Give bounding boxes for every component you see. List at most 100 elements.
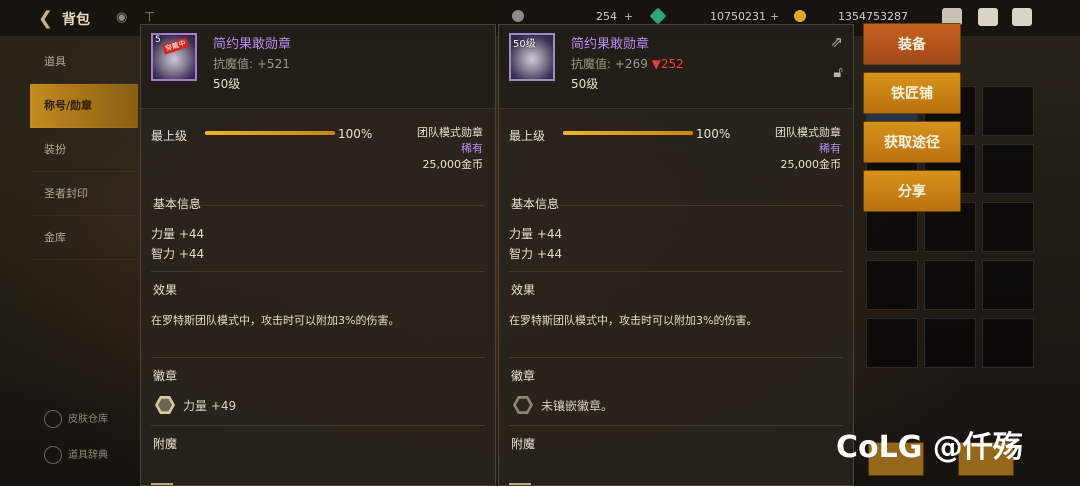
divider (151, 425, 485, 426)
chat-icon[interactable] (1012, 8, 1032, 26)
inventory-slot[interactable] (866, 318, 918, 368)
item-rarity: 稀有 (461, 142, 483, 155)
page-title: 背包 (62, 12, 90, 28)
divider (509, 271, 843, 272)
eye-icon[interactable]: ◉ (116, 10, 127, 25)
inventory-slot[interactable] (982, 260, 1034, 310)
attr-intelligence: 智力 +44 (509, 247, 563, 261)
nav-item-titles-medals[interactable]: 称号/勋章 (30, 84, 138, 128)
currency-1-add-icon[interactable]: + (624, 10, 633, 23)
tooltip-header: 50级 简约果敢勋章 抗魔值: +269 ▼252 50级 ⇗ 🔓︎ (499, 25, 853, 109)
share-out-icon[interactable]: ⇗ (830, 33, 843, 51)
item-stat: 抗魔值: +521 (213, 55, 290, 72)
item-meta: 团队模式勋章 稀有 25,000金币 (417, 125, 483, 173)
gem-icon (649, 7, 667, 25)
emblem-text: 力量 +49 (183, 399, 237, 413)
attr-strength: 力量 +44 (509, 227, 563, 241)
medal-icon: 5 穿戴中 (151, 33, 197, 81)
inventory-slot[interactable] (982, 202, 1034, 252)
currency-2-value: 10750231 (710, 10, 766, 23)
progress-percent: 100% (696, 127, 731, 141)
inventory-slot[interactable] (924, 318, 976, 368)
empty-emblem-icon (513, 396, 533, 414)
divider (151, 205, 485, 206)
nav-item-vault[interactable]: 金库 (30, 216, 138, 260)
currency-2-add-icon[interactable]: + (770, 10, 779, 23)
item-type: 团队模式勋章 (417, 126, 483, 139)
blacksmith-button[interactable]: 铁匠铺 (863, 72, 961, 114)
mail-icon[interactable] (978, 8, 998, 26)
item-type: 团队模式勋章 (775, 126, 841, 139)
basic-info-title: 基本信息 (153, 197, 202, 211)
icon-level: 50级 (513, 39, 536, 50)
level-progress-bar (563, 131, 693, 135)
lock-icon[interactable]: 🔓︎ (833, 63, 843, 81)
item-price: 25,000金币 (780, 158, 842, 171)
skin-storage-link[interactable]: 皮肤仓库 (44, 410, 108, 428)
equipped-badge: 穿戴中 (162, 37, 189, 55)
stat-value: +521 (256, 57, 290, 71)
emblem-text: 未镶嵌徽章。 (541, 399, 614, 413)
shirt-icon[interactable]: ⊤ (144, 10, 155, 25)
attr-intelligence: 智力 +44 (151, 247, 205, 261)
effect-text: 在罗特斯团队模式中，攻击时可以附加3%的伤害。 (509, 314, 758, 327)
divider (509, 357, 843, 358)
skin-storage-label: 皮肤仓库 (68, 414, 108, 425)
attr-strength: 力量 +44 (151, 227, 205, 241)
inventory-slot[interactable] (982, 318, 1034, 368)
enchant-title: 附魔 (511, 437, 536, 451)
inventory-slot[interactable] (866, 260, 918, 310)
gold-coin-icon (794, 10, 809, 23)
progress-fill (205, 131, 335, 135)
emblem-title: 徽章 (511, 369, 536, 383)
tooltip-header: 5 穿戴中 简约果敢勋章 抗魔值: +521 50级 (141, 25, 495, 109)
emblem-title: 徽章 (153, 369, 178, 383)
inventory-slot[interactable] (982, 144, 1034, 194)
nav-item-avatar[interactable]: 装扮 (30, 128, 138, 172)
currency-icon-1 (512, 10, 527, 23)
stat-label: 抗魔值: (213, 57, 254, 71)
max-level-label: 最上级 (151, 129, 188, 143)
item-name: 简约果敢勋章 (571, 37, 650, 52)
stat-value: +269 (614, 57, 648, 71)
effect-text: 在罗特斯团队模式中，攻击时可以附加3%的伤害。 (151, 314, 400, 327)
obtain-source-button[interactable]: 获取途径 (863, 121, 961, 163)
enchant-title: 附魔 (153, 437, 178, 451)
share-button[interactable]: 分享 (863, 170, 961, 212)
basic-info-title: 基本信息 (511, 197, 560, 211)
item-level: 50级 (571, 77, 599, 91)
stat-diff: ▼252 (651, 57, 684, 71)
skin-storage-icon (44, 410, 62, 428)
item-dictionary-label: 道具辞典 (68, 450, 108, 461)
equip-button[interactable]: 装备 (863, 23, 961, 65)
inventory-slot[interactable] (982, 86, 1034, 136)
dictionary-icon (44, 446, 62, 464)
effect-title: 效果 (153, 283, 178, 297)
item-level: 50级 (213, 77, 241, 91)
nav-item-saint-seal[interactable]: 圣者封印 (30, 172, 138, 216)
back-arrow-icon[interactable]: ❮ (38, 8, 60, 29)
item-stat: 抗魔值: +269 ▼252 (571, 55, 684, 72)
left-nav: 道具 称号/勋章 装扮 圣者封印 金库 (30, 40, 138, 260)
divider (509, 425, 843, 426)
watermark: CoLG @仟殇 (836, 430, 1023, 465)
item-meta: 团队模式勋章 稀有 25,000金币 (775, 125, 841, 173)
equipped-item-tooltip: 5 穿戴中 简约果敢勋章 抗魔值: +521 50级 最上级 100% 团队模式… (140, 24, 496, 486)
currency-3-value: 1354753287 (838, 10, 908, 23)
divider (151, 271, 485, 272)
medal-icon: 50级 (509, 33, 555, 81)
divider (509, 205, 843, 206)
inventory-slot[interactable] (924, 260, 976, 310)
item-dictionary-link[interactable]: 道具辞典 (44, 446, 108, 464)
divider (151, 357, 485, 358)
progress-fill (563, 131, 693, 135)
level-progress-bar (205, 131, 335, 135)
item-price: 25,000金币 (422, 158, 484, 171)
max-level-label: 最上级 (509, 129, 546, 143)
item-rarity: 稀有 (819, 142, 841, 155)
stat-label: 抗魔值: (571, 57, 612, 71)
item-name: 简约果敢勋章 (213, 37, 292, 52)
emblem-icon (155, 396, 175, 414)
nav-item-items[interactable]: 道具 (30, 40, 138, 84)
progress-percent: 100% (338, 127, 373, 141)
